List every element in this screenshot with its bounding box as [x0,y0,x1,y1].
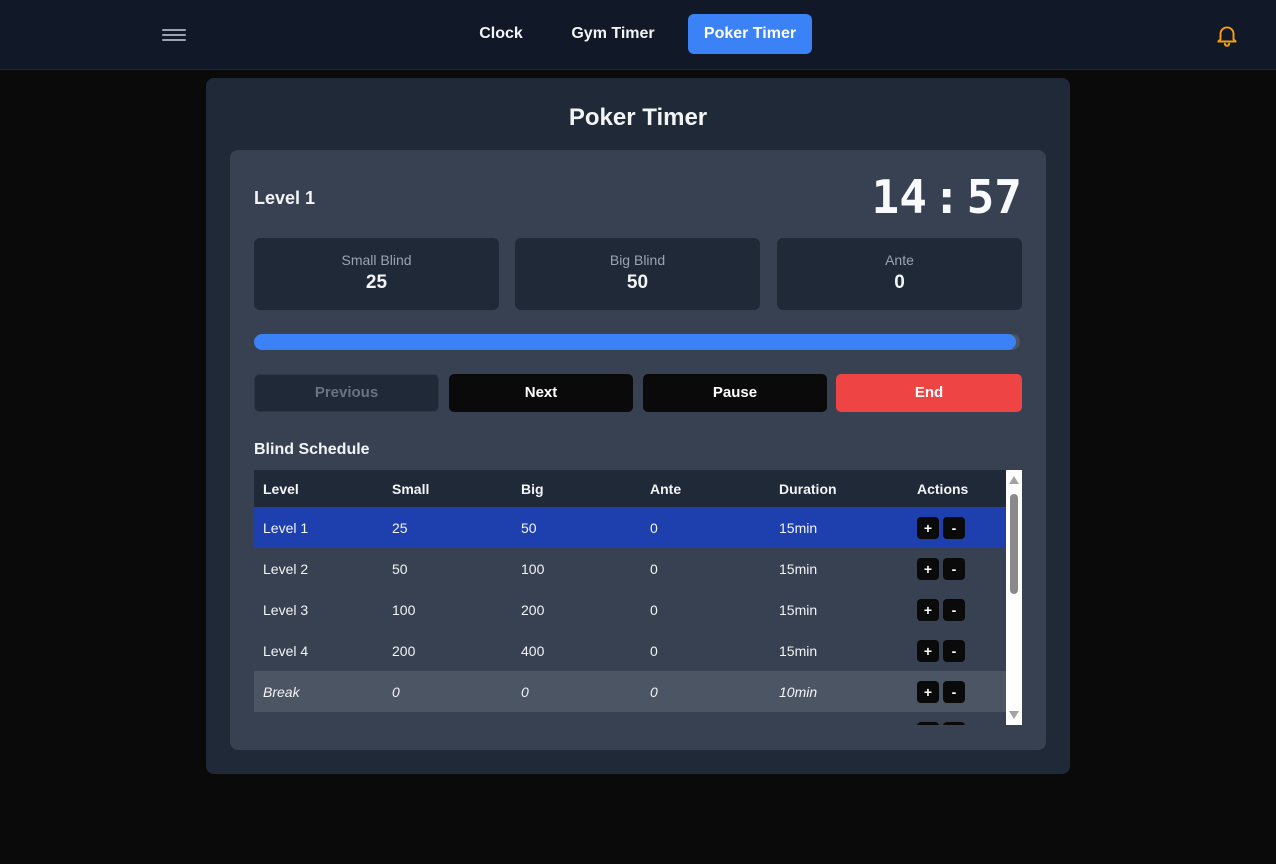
end-button[interactable]: End [836,374,1022,412]
table-row[interactable]: Level 4 200 400 0 15min + - [254,630,1006,671]
cell-duration: 15min [779,601,818,618]
level-progress-fill [254,334,1017,350]
ante-box: Ante 0 [777,238,1022,310]
table-row[interactable]: Level 1 25 50 0 15min + - [254,507,1006,548]
small-blind-box: Small Blind 25 [254,238,499,310]
poker-timer-card: Poker Timer Level 1 14 : 57 Small Blind … [206,78,1070,774]
cell-big: 400 [521,642,545,659]
increase-duration-button[interactable]: + [917,680,939,703]
cell-actions: + - [908,548,1006,589]
level-progress-bar [254,334,1020,350]
timer-seconds: 57 [966,170,1022,224]
scroll-down-arrow-icon[interactable] [1009,711,1019,719]
cell-big: 0 [521,683,529,700]
blind-schedule-title: Blind Schedule [254,441,370,458]
cell-small: 25 [392,519,408,536]
timer-minutes: 14 [871,170,927,224]
cell-ante: 0 [650,642,658,659]
next-button[interactable]: Next [449,374,633,412]
cell-actions: + - [908,589,1006,630]
column-header-big: Big [521,480,544,497]
cell-level: Level 3 [263,601,309,618]
decrease-duration-button[interactable]: - [943,639,965,662]
table-row-break[interactable]: Break 0 0 0 10min + - [254,671,1006,712]
table-row[interactable] [254,712,1006,725]
pause-button[interactable]: Pause [643,374,827,412]
table-row[interactable]: Level 2 50 100 0 15min + - [254,548,1006,589]
big-blind-label: Big Blind [609,252,666,268]
cell-ante: 0 [650,519,658,536]
tab-clock[interactable]: Clock [468,14,534,54]
small-blind-value: 25 [365,272,388,293]
cell-ante: 0 [650,560,658,577]
cell-ante: 0 [650,601,658,618]
decrease-duration-button[interactable]: - [943,680,965,703]
cell-big: 100 [521,560,545,577]
decrease-duration-button[interactable]: - [943,557,965,580]
table-row[interactable]: Level 3 100 200 0 15min + - [254,589,1006,630]
tab-gym-timer[interactable]: Gym Timer [560,14,666,54]
cell-level: Level 4 [263,642,309,659]
cell-big: 50 [521,519,537,536]
big-blind-box: Big Blind 50 [515,238,760,310]
previous-button[interactable]: Previous [254,374,439,412]
increase-duration-button[interactable]: + [917,516,939,539]
cell-level: Level 1 [263,519,309,536]
cell-actions: + - [908,671,1006,712]
table-header-row: Level Small Big Ante Duration Actions [254,470,1006,507]
top-navigation-bar: Clock Gym Timer Poker Timer [0,0,1276,70]
big-blind-value: 50 [626,272,649,293]
countdown-display: 14 : 57 [872,170,1022,224]
cell-level: Break [263,683,300,700]
cell-actions: + - [908,507,1006,548]
page-title: Poker Timer [568,104,708,131]
scroll-up-arrow-icon[interactable] [1009,476,1019,484]
bell-icon[interactable] [1214,21,1240,49]
current-level-label: Level 1 [254,188,316,208]
column-header-actions: Actions [917,480,969,497]
main-nav: Clock Gym Timer Poker Timer [0,14,1276,54]
table-scrollbar[interactable] [1006,470,1022,725]
cell-ante: 0 [650,683,658,700]
increase-duration-button[interactable]: + [917,639,939,662]
cell-small: 200 [392,642,416,659]
tab-poker-timer[interactable]: Poker Timer [688,14,812,54]
column-header-level: Level [263,480,299,497]
column-header-ante: Ante [650,480,682,497]
cell-big: 200 [521,601,545,618]
increase-duration-button[interactable]: + [917,557,939,580]
ante-value: 0 [894,272,905,293]
blind-schedule-table: Level Small Big Ante Duration Actions Le… [254,470,1006,725]
timer-separator: : [932,170,961,224]
scrollbar-thumb[interactable] [1010,494,1018,594]
small-blind-label: Small Blind [341,252,412,268]
column-header-duration: Duration [779,480,837,497]
cell-small: 100 [392,601,416,618]
ante-label: Ante [885,252,914,268]
cell-small: 0 [392,683,400,700]
cell-actions: + - [908,630,1006,671]
cell-duration: 15min [779,642,818,659]
blind-schedule-table-container: Level Small Big Ante Duration Actions Le… [254,470,1022,725]
cell-duration: 15min [779,519,818,536]
decrease-duration-button[interactable]: - [943,598,965,621]
decrease-duration-button[interactable] [943,721,965,725]
increase-duration-button[interactable]: + [917,598,939,621]
cell-duration: 10min [779,683,818,700]
cell-level: Level 2 [263,560,309,577]
timer-panel: Level 1 14 : 57 Small Blind 25 Big Blind… [230,150,1046,750]
cell-duration: 15min [779,560,818,577]
cell-small: 50 [392,560,408,577]
cell-actions [908,712,1006,725]
column-header-small: Small [392,480,430,497]
increase-duration-button[interactable] [917,721,939,725]
decrease-duration-button[interactable]: - [943,516,965,539]
